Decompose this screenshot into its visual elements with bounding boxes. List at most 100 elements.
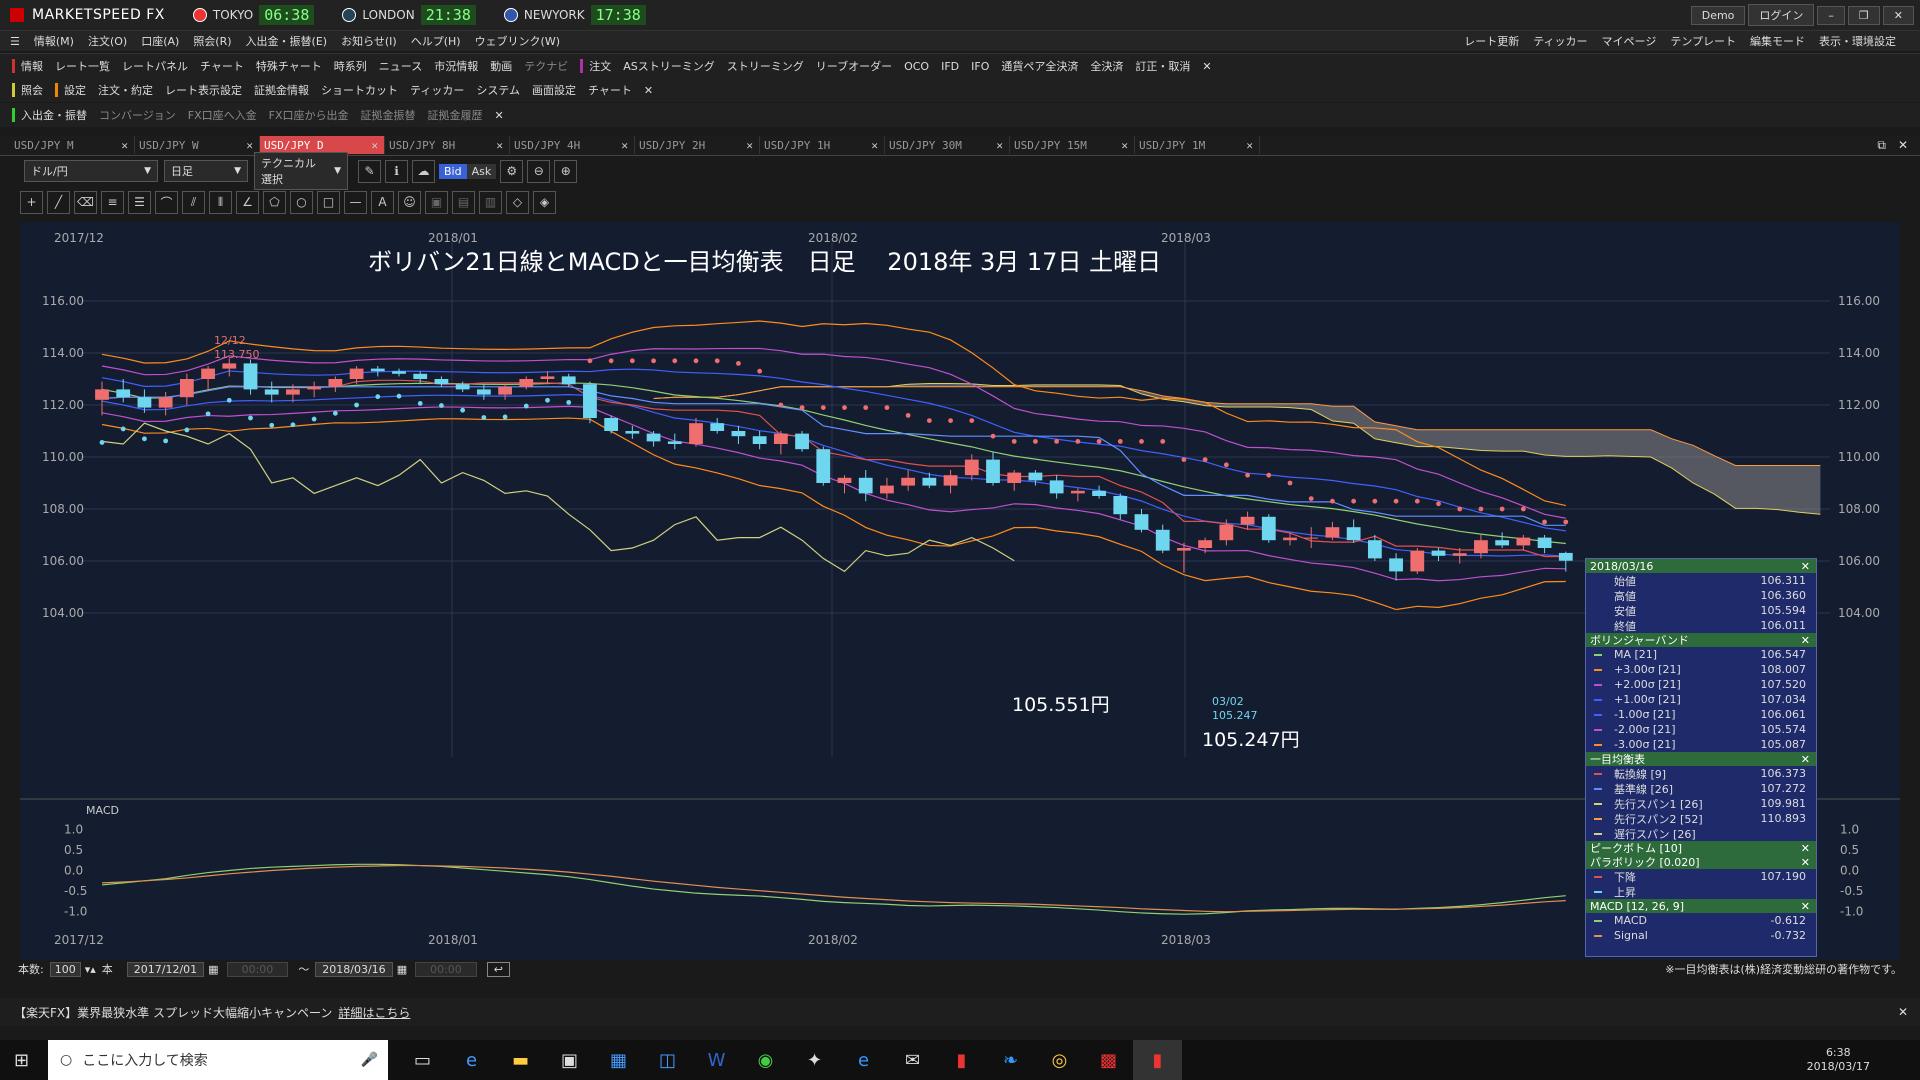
pentagon-icon[interactable]: ⬠ <box>263 190 286 214</box>
toolbar-item[interactable]: 証拠金振替 <box>361 107 416 123</box>
to-time-input[interactable]: 00:00 <box>415 961 477 977</box>
toolbar-item[interactable]: 特殊チャート <box>256 58 322 74</box>
minimize-icon[interactable]: – <box>1817 5 1845 25</box>
toolbar-item[interactable]: 証拠金履歴 <box>428 107 483 123</box>
close-icon[interactable]: ✕ <box>1801 753 1810 766</box>
count-stepper-icon[interactable]: ▾▴ <box>85 963 96 976</box>
toolbar-item[interactable]: FX口座へ入金 <box>188 107 257 123</box>
menu-item[interactable]: ヘルプ(H) <box>411 33 461 49</box>
toolbar-item[interactable]: 設定 <box>64 82 86 98</box>
app-icon[interactable]: ✦ <box>790 1040 839 1080</box>
marketspeed-taskbar-icon[interactable]: ▮ <box>1133 1040 1182 1080</box>
task-view-icon[interactable]: ▭ <box>398 1040 447 1080</box>
toolbar-item[interactable]: テクナビ <box>524 58 568 74</box>
close-icon[interactable]: ✕ <box>1898 1005 1908 1019</box>
toolbar-item[interactable]: FX口座から出金 <box>269 107 349 123</box>
close-icon[interactable]: ✕ <box>1801 560 1810 573</box>
close-icon[interactable]: ✕ <box>996 139 1003 152</box>
trendline-icon[interactable]: ╱ <box>47 190 70 214</box>
currency-pair-select[interactable]: ドル/円 ▼ <box>24 160 158 182</box>
template-button[interactable]: テンプレート <box>1670 33 1736 49</box>
toolbar-item[interactable]: コンバージョン <box>99 107 176 123</box>
toolbar-item[interactable]: レート表示設定 <box>165 82 242 98</box>
toolbar-item[interactable]: 注文 <box>589 58 611 74</box>
ask-toggle[interactable]: Ask <box>466 163 497 179</box>
fan-icon[interactable]: ⌒ <box>155 190 178 214</box>
toolbar-item[interactable]: ASストリーミング <box>623 58 715 74</box>
login-button[interactable]: ログイン <box>1748 4 1815 26</box>
chrome-icon[interactable]: ◉ <box>741 1040 790 1080</box>
close-icon[interactable]: ✕ <box>1202 60 1211 73</box>
info-icon[interactable]: ℹ <box>385 159 408 183</box>
chart-app-icon[interactable]: ▮ <box>937 1040 986 1080</box>
toolbar-item[interactable]: IFD <box>941 60 959 73</box>
toolbar-item[interactable]: 入出金・振替 <box>21 107 87 123</box>
from-time-input[interactable]: 00:00 <box>226 961 289 977</box>
toolbar-item[interactable]: 証拠金情報 <box>254 82 309 98</box>
app-icon[interactable]: ❧ <box>986 1040 1035 1080</box>
hline-icon[interactable]: — <box>344 190 367 214</box>
close-icon[interactable]: ✕ <box>1801 900 1810 913</box>
toolbar-item[interactable]: 動画 <box>490 58 512 74</box>
popout-icon[interactable]: ⧉ <box>1877 138 1886 153</box>
toolbar-item[interactable]: ティッカー <box>410 82 464 98</box>
chart-settings-icon[interactable]: ⚙ <box>500 159 524 183</box>
chart-type-icon[interactable]: ☁ <box>412 159 435 183</box>
rectangle-icon[interactable]: □ <box>317 190 340 214</box>
zoom-out-icon[interactable]: ⊖ <box>527 159 551 183</box>
menu-item[interactable]: 注文(O) <box>88 33 127 49</box>
indicator-info-panel[interactable]: 2018/03/16 ✕ 始値 106.311 高値 106.360 安値 105.594 終… <box>1585 558 1817 957</box>
close-icon[interactable]: ✕ <box>1121 139 1128 152</box>
close-icon[interactable]: ✕ <box>246 139 253 152</box>
eraser-icon[interactable]: ⌫ <box>74 190 97 214</box>
menu-item[interactable]: 情報(M) <box>34 33 74 49</box>
toolbar-item[interactable]: チャート <box>588 82 632 98</box>
word-icon[interactable]: W <box>692 1040 741 1080</box>
copy-icon[interactable]: ▣ <box>425 190 448 214</box>
maximize-icon[interactable]: ❐ <box>1847 5 1880 25</box>
channel-icon[interactable]: ⫽ <box>182 190 205 214</box>
to-date-input[interactable]: 2018/03/16 <box>315 961 393 977</box>
close-icon[interactable]: ✕ <box>621 139 628 152</box>
text-icon[interactable]: A <box>371 190 394 214</box>
close-icon[interactable]: ✕ <box>1246 139 1253 152</box>
tab-usdjpy-w[interactable]: USD/JPY W ✕ <box>135 136 260 154</box>
icon-stamp-icon[interactable]: ☺ <box>398 190 421 214</box>
from-date-input[interactable]: 2017/12/01 <box>126 961 205 977</box>
close-icon[interactable]: ✕ <box>871 139 878 152</box>
tab-usdjpy-2h[interactable]: USD/JPY 2H ✕ <box>635 136 760 154</box>
calendar-icon[interactable]: ▦ <box>208 963 218 976</box>
app-icon[interactable]: ◎ <box>1035 1040 1084 1080</box>
microphone-icon[interactable]: 🎤 <box>361 1052 378 1068</box>
calendar-app-icon[interactable]: ▦ <box>594 1040 643 1080</box>
toolbar-item[interactable]: 画面設定 <box>532 82 576 98</box>
toolbar-item[interactable]: 市況情報 <box>434 58 478 74</box>
paste-icon[interactable]: ▤ <box>452 190 475 214</box>
clear-icon[interactable]: ◇ <box>506 190 529 214</box>
pen-icon[interactable]: ✎ <box>358 159 381 183</box>
toolbar-item[interactable]: ストリーミング <box>727 58 804 74</box>
toolbar-item[interactable]: システム <box>476 82 520 98</box>
rate-update-button[interactable]: レート更新 <box>1464 33 1519 49</box>
tab-usdjpy-m[interactable]: USD/JPY M ✕ <box>10 136 135 154</box>
vertical-lines-icon[interactable]: ⦀ <box>209 190 232 214</box>
clear-all-icon[interactable]: ◈ <box>533 190 556 214</box>
tab-usdjpy-30m[interactable]: USD/JPY 30M ✕ <box>885 136 1010 154</box>
circle-icon[interactable]: ○ <box>290 190 313 214</box>
toolbar-item[interactable]: IFO <box>971 60 989 73</box>
technical-select[interactable]: テクニカル選択 ▼ <box>254 152 348 190</box>
demo-button[interactable]: Demo <box>1690 5 1746 25</box>
close-icon[interactable]: ✕ <box>1801 634 1810 647</box>
zoom-in-icon[interactable]: ⊕ <box>554 159 578 183</box>
close-icon[interactable]: ✕ <box>644 84 653 97</box>
file-explorer-icon[interactable]: ▬ <box>496 1040 545 1080</box>
close-icon[interactable]: ✕ <box>1801 856 1810 869</box>
mypage-button[interactable]: マイページ <box>1602 33 1657 49</box>
system-clock[interactable]: 6:38 2018/03/17 <box>1807 1046 1870 1074</box>
menu-item[interactable]: 入出金・振替(E) <box>246 33 328 49</box>
display-settings-button[interactable]: 表示・環境設定 <box>1819 33 1896 49</box>
ie-icon[interactable]: e <box>447 1040 496 1080</box>
reset-range-icon[interactable]: ↩ <box>486 961 511 977</box>
menu-item[interactable]: お知らせ(I) <box>341 33 397 49</box>
toolbar-item[interactable]: OCO <box>904 60 929 73</box>
